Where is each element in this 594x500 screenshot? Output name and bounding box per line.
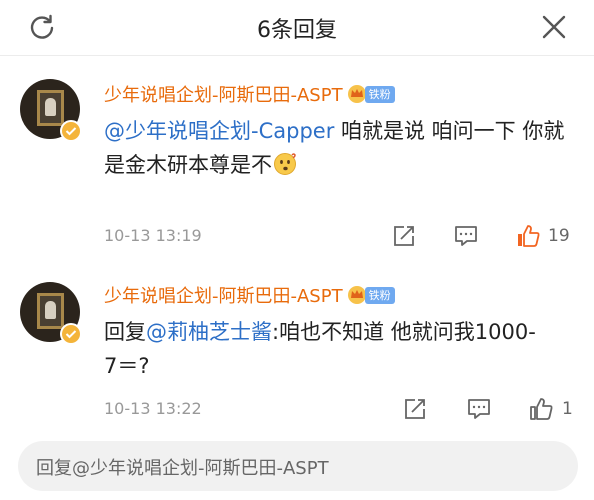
- page-title: 6条回复: [257, 18, 337, 43]
- meta-row: 10-13 13:19 19: [104, 223, 584, 249]
- like-icon-active[interactable]: [515, 223, 541, 249]
- crown-icon: [347, 286, 366, 304]
- comment-icon[interactable]: [466, 396, 492, 422]
- fan-badge-label: 铁粉: [364, 85, 395, 103]
- username-link[interactable]: 少年说唱企划-阿斯巴田-ASPT: [104, 282, 343, 308]
- comment-icon[interactable]: [453, 223, 479, 249]
- like-count: 19: [548, 226, 570, 246]
- crown-icon: [347, 85, 366, 103]
- reply-prefix: 回复: [104, 320, 146, 344]
- header: 6条回复: [0, 0, 594, 54]
- reply-input[interactable]: 回复@少年说唱企划-阿斯巴田-ASPT: [18, 441, 578, 491]
- share-icon[interactable]: [391, 223, 417, 249]
- verified-badge-icon: [60, 323, 82, 345]
- close-icon[interactable]: [538, 11, 570, 43]
- comment-text: @少年说唱企划-Capper 咱就是说 咱问一下 你就是金木研本尊是不: [104, 114, 574, 182]
- name-row: 少年说唱企划-阿斯巴田-ASPT 铁粉: [104, 282, 395, 308]
- thinking-face-emoji-icon: [274, 153, 296, 175]
- mention-link[interactable]: @莉柚芝士酱: [146, 320, 272, 344]
- username-link[interactable]: 少年说唱企划-阿斯巴田-ASPT: [104, 81, 343, 107]
- share-icon[interactable]: [402, 396, 428, 422]
- timestamp: 10-13 13:19: [104, 226, 202, 245]
- name-row: 少年说唱企划-阿斯巴田-ASPT 铁粉: [104, 81, 395, 107]
- comment-text: 回复@莉柚芝士酱:咱也不知道 他就问我1000-7＝?: [104, 315, 544, 383]
- fan-badge: 铁粉: [347, 285, 395, 305]
- timestamp: 10-13 13:22: [104, 399, 202, 418]
- verified-badge-icon: [60, 120, 82, 142]
- meta-row: 10-13 13:22 1: [104, 396, 584, 422]
- mention-link[interactable]: @少年说唱企划-Capper: [104, 119, 334, 143]
- header-divider: [0, 55, 594, 56]
- reply-input-placeholder: 回复@少年说唱企划-阿斯巴田-ASPT: [36, 458, 329, 479]
- like-count: 1: [562, 399, 573, 419]
- fan-badge: 铁粉: [347, 84, 395, 104]
- like-icon[interactable]: [528, 396, 554, 422]
- fan-badge-label: 铁粉: [364, 286, 395, 304]
